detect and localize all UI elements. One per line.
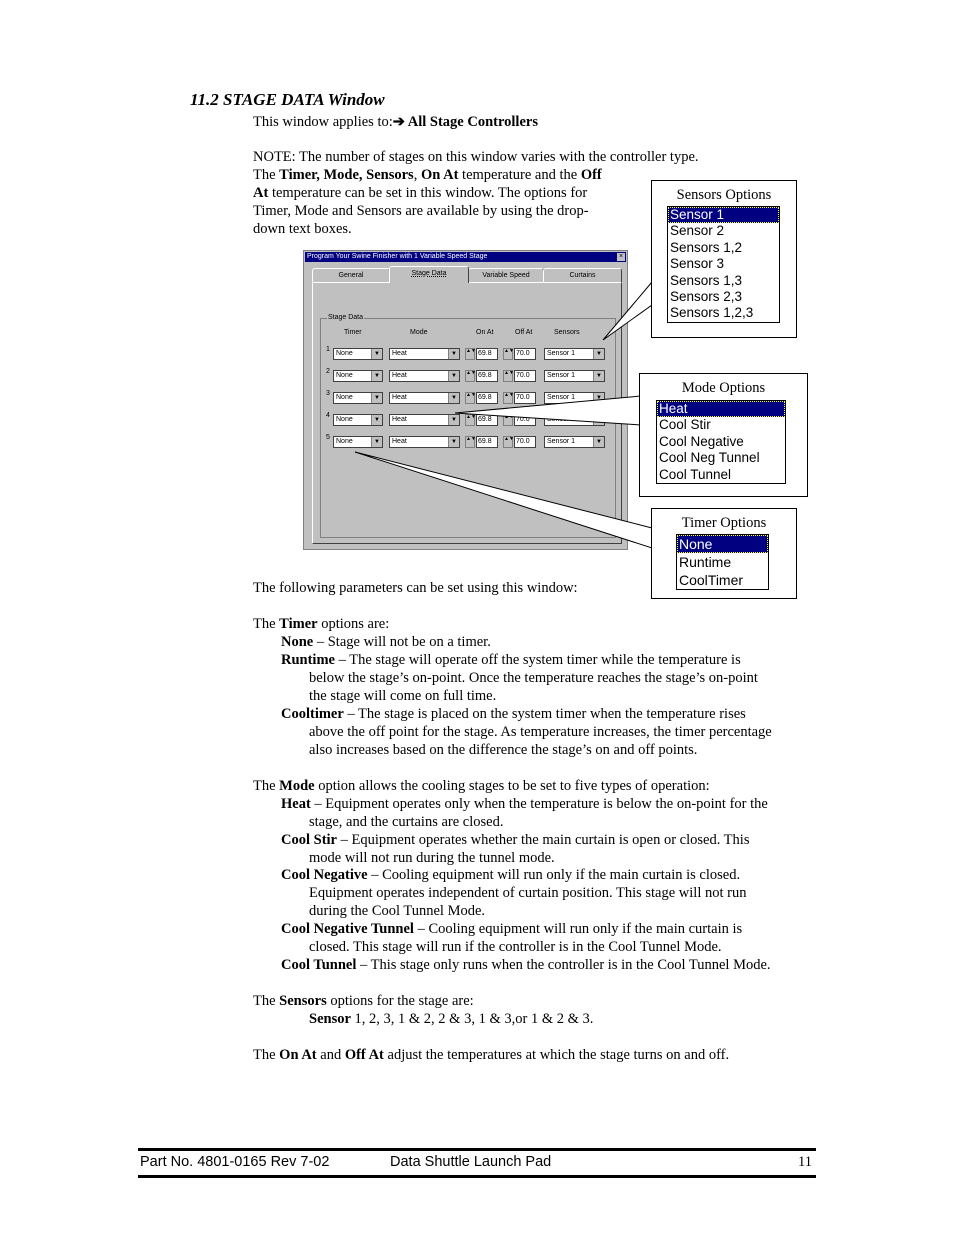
text-run: – Cooling equipment will run only if the… xyxy=(413,921,743,937)
body-line: mode will not run during the tunnel mode… xyxy=(309,849,555,867)
body-line: Sensor 1, 2, 3, 1 & 2, 2 & 3, 1 & 3,or 1… xyxy=(309,1010,593,1028)
list-option[interactable]: Cool Stir xyxy=(657,417,785,433)
text-run: Cool Tunnel xyxy=(281,957,357,973)
body-line: also increases based on the difference t… xyxy=(309,741,697,759)
text-run: Cool Negative Tunnel xyxy=(281,921,414,937)
body-line: below the stage’s on-point. Once the tem… xyxy=(309,669,758,687)
mode-options-callout: Mode Options Heat Cool Stir Cool Negative C… xyxy=(639,373,808,497)
list-option[interactable]: Cool Negative xyxy=(657,434,785,450)
body-line: Cooltimer – The stage is placed on the s… xyxy=(281,705,746,723)
text-run: Cool Stir xyxy=(281,832,337,848)
mode-callout-pointer xyxy=(454,395,642,426)
text-run: – The stage is placed on the system time… xyxy=(343,706,746,722)
list-option[interactable]: Sensors 1,2,3 xyxy=(668,305,779,321)
text-run: Cool Negative xyxy=(281,867,368,883)
text-run: Equipment operates independent of curtai… xyxy=(309,885,747,901)
text-run: option allows the cooling stages to be s… xyxy=(314,778,710,794)
text-run: during the Cool Tunnel Mode. xyxy=(309,903,486,919)
list-option[interactable]: Sensors 1,2 xyxy=(668,240,779,256)
body-line: Runtime – The stage will operate off the… xyxy=(281,651,741,669)
list-option[interactable]: Cool Neg Tunnel xyxy=(657,450,785,466)
body-line: closed. This stage will run if the contr… xyxy=(309,938,722,956)
list-option[interactable]: Sensors 2,3 xyxy=(668,289,779,305)
callout-title: Timer Options xyxy=(681,515,767,531)
sensors-options-callout: Sensors Options Sensor 1 Sensor 2 Sensors … xyxy=(651,180,797,338)
text-run: Heat xyxy=(281,796,311,812)
text-run: options are: xyxy=(317,616,390,632)
body-line: during the Cool Tunnel Mode. xyxy=(309,902,485,920)
page-number: 11 xyxy=(798,1154,812,1170)
body-line: The On At and Off At adjust the temperat… xyxy=(253,1046,729,1064)
mode-options-list[interactable]: Heat Cool Stir Cool Negative Cool Neg Tunne… xyxy=(656,400,786,485)
sensors-callout-pointer xyxy=(602,280,653,341)
body-line: Heat – Equipment operates only when the … xyxy=(281,795,768,813)
body-line: Cool Stir – Equipment operates whether t… xyxy=(281,831,749,849)
text-run: also increases based on the difference t… xyxy=(309,742,698,758)
text-run: Off At xyxy=(344,1047,384,1063)
text-run: Sensor xyxy=(309,1011,351,1027)
text-run: Cooltimer xyxy=(281,706,344,722)
text-run: Mode xyxy=(279,778,315,794)
body-line: the stage will come on full time. xyxy=(309,687,496,705)
list-option[interactable]: Sensors 1,3 xyxy=(668,273,779,289)
text-run: the stage will come on full time. xyxy=(309,688,497,704)
list-option[interactable]: CoolTimer xyxy=(677,571,768,589)
text-run: 1, 2, 3, 1 & 2, 2 & 3, 1 & 3,or 1 & 2 & … xyxy=(350,1011,594,1027)
text-run: below the stage’s on-point. Once the tem… xyxy=(309,670,758,686)
text-run: On At xyxy=(279,1047,317,1063)
list-option[interactable]: Heat xyxy=(657,401,785,418)
text-run: closed. This stage will run if the contr… xyxy=(309,939,722,955)
document-page: 11.2 STAGE DATA Window This window appli… xyxy=(0,0,954,1235)
timer-options-list[interactable]: None Runtime CoolTimer xyxy=(676,534,769,590)
text-run: The xyxy=(253,1047,280,1063)
list-option[interactable]: Sensor 3 xyxy=(668,256,779,272)
footer-title: Data Shuttle Launch Pad xyxy=(390,1154,552,1170)
text-run: Sensors xyxy=(279,993,327,1009)
footer-rule xyxy=(138,1148,816,1151)
text-run: – Equipment operates whether the main cu… xyxy=(336,832,750,848)
text-run: The xyxy=(253,993,280,1009)
text-run: mode will not run during the tunnel mode… xyxy=(309,850,555,866)
list-option[interactable]: Cool Tunnel xyxy=(657,467,785,483)
tab-stage-data[interactable]: Stage Data xyxy=(389,266,469,283)
text-run: The xyxy=(253,778,280,794)
text-run: None xyxy=(281,634,314,650)
text-run: adjust the temperatures at which the sta… xyxy=(383,1047,730,1063)
text-run: – Equipment operates only when the tempe… xyxy=(310,796,768,812)
body-line: Cool Negative Tunnel – Cooling equipment… xyxy=(281,920,742,938)
body-line: above the off point for the stage. As te… xyxy=(309,723,772,741)
text-run: stage, and the curtains are closed. xyxy=(309,814,504,830)
text-run: and xyxy=(316,1047,345,1063)
body-line: Cool Tunnel – This stage only runs when … xyxy=(281,956,771,974)
list-option[interactable]: Sensor 2 xyxy=(668,223,779,239)
footer-rule xyxy=(138,1175,816,1178)
text-run: – Stage will not be on a timer. xyxy=(313,634,491,650)
timer-options-callout: Timer Options None Runtime CoolTimer xyxy=(651,508,797,599)
body-line: stage, and the curtains are closed. xyxy=(309,813,503,831)
text-run: – The stage will operate off the system … xyxy=(334,652,741,668)
body-line: The Mode option allows the cooling stage… xyxy=(253,777,710,795)
text-run: Runtime xyxy=(281,652,335,668)
callout-title: Mode Options xyxy=(681,380,766,396)
text-run: – Cooling equipment will run only if the… xyxy=(367,867,741,883)
text-run: options for the stage are: xyxy=(326,993,474,1009)
body-line: The Timer options are: xyxy=(253,615,389,633)
text-run: – This stage only runs when the controll… xyxy=(356,957,771,973)
text-run: Timer xyxy=(279,616,318,632)
list-option[interactable]: Sensor 1 xyxy=(668,207,779,224)
body-line: Cool Negative – Cooling equipment will r… xyxy=(281,866,740,884)
text-run: The xyxy=(253,616,280,632)
body-line: Equipment operates independent of curtai… xyxy=(309,884,746,902)
body-line: The Sensors options for the stage are: xyxy=(253,992,474,1010)
timer-callout-pointer xyxy=(354,451,653,549)
callout-title: Sensors Options xyxy=(676,187,772,203)
list-option[interactable]: None xyxy=(677,535,768,553)
list-option[interactable]: Runtime xyxy=(677,553,768,571)
body-line: None – Stage will not be on a timer. xyxy=(281,633,491,651)
sensors-options-list[interactable]: Sensor 1 Sensor 2 Sensors 1,2 Sensor 3 Senso… xyxy=(667,206,780,323)
footer-part-number: Part No. 4801-0165 Rev 7-02 xyxy=(140,1154,330,1170)
text-run: above the off point for the stage. As te… xyxy=(309,724,772,740)
params-intro: The following parameters can be set usin… xyxy=(253,580,578,596)
